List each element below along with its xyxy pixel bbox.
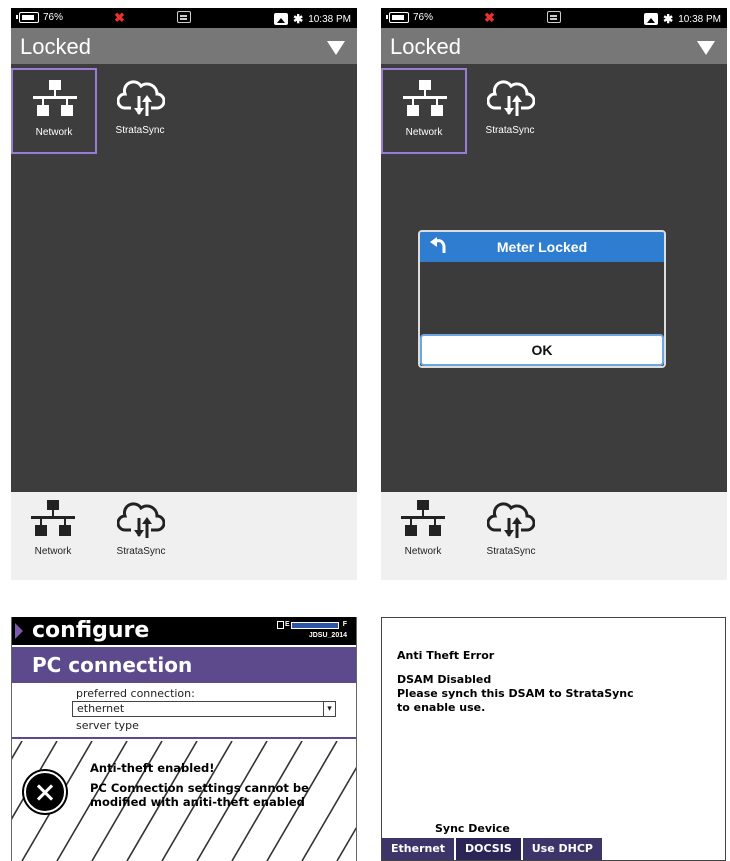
cloud-sync-icon xyxy=(117,502,165,538)
error-x-icon: ✖ xyxy=(114,10,125,25)
app-label: Network xyxy=(405,127,443,138)
dock-label: StrataSync xyxy=(486,546,536,557)
docsis-button[interactable]: DOCSIS xyxy=(456,838,521,860)
dock-network[interactable]: Network xyxy=(13,500,93,557)
page-title: Locked xyxy=(20,34,91,59)
preferred-connection-label: preferred connection: xyxy=(76,687,195,700)
battery-level: 76% xyxy=(43,12,64,23)
anti-theft-overlay: Anti-theft enabled! PC Connection settin… xyxy=(12,741,356,861)
app-stratasync[interactable]: StrataSync xyxy=(467,68,553,154)
error-line-1: DSAM Disabled xyxy=(397,673,492,686)
meter-bar xyxy=(291,622,339,629)
dropdown-triangle-icon[interactable] xyxy=(327,41,345,55)
dialog-header: Meter Locked xyxy=(420,232,664,262)
clock: 10:38 PM xyxy=(308,13,351,25)
dock-stratasync[interactable]: StrataSync xyxy=(101,500,181,557)
launcher-title-bar: Locked xyxy=(11,28,357,64)
image-icon xyxy=(274,13,289,25)
configure-header: configure E F JDSU_2014 xyxy=(12,617,356,645)
anti-theft-message: PC Connection settings cannot be modifie… xyxy=(90,781,309,809)
meter-locked-dialog: Meter Locked OK xyxy=(418,230,666,368)
dock-label: Network xyxy=(404,546,442,557)
configure-title: configure xyxy=(32,618,150,643)
launcher-screen-right: 76% ✖ ✱ 10:38 PM Locked Network StrataSy… xyxy=(381,8,727,580)
image-icon xyxy=(644,13,659,25)
error-circle-icon xyxy=(24,771,66,813)
anti-theft-title: Anti-theft enabled! xyxy=(90,761,215,775)
network-icon xyxy=(31,500,75,536)
ethernet-button[interactable]: Ethernet xyxy=(382,838,455,860)
page-title: Locked xyxy=(390,34,461,59)
bottom-dock: Network StrataSync xyxy=(11,492,357,580)
dock-stratasync[interactable]: StrataSync xyxy=(471,500,551,557)
bottom-dock: Network StrataSync xyxy=(381,492,727,580)
preferred-connection-select[interactable]: ethernet ▾ xyxy=(72,701,336,717)
select-caret-icon[interactable]: ▾ xyxy=(323,702,335,716)
dock-label: Network xyxy=(34,546,72,557)
clock: 10:38 PM xyxy=(678,13,721,25)
launcher-screen-left: 76% ✖ ✱ 10:38 PM Locked Network StrataSy… xyxy=(11,8,357,580)
bluetooth-icon: ✱ xyxy=(663,12,674,26)
status-bar: 76% ✖ ✱ 10:38 PM xyxy=(381,8,727,28)
error-x-icon: ✖ xyxy=(484,10,495,25)
app-label: StrataSync xyxy=(115,125,165,136)
cloud-sync-icon xyxy=(117,80,165,116)
app-label: Network xyxy=(35,127,73,138)
dialog-title: Meter Locked xyxy=(496,239,588,255)
meter-empty-label: E xyxy=(285,621,290,628)
error-line-3: to enable use. xyxy=(397,701,486,714)
network-icon xyxy=(401,500,445,536)
connection-form: preferred connection: ethernet ▾ server … xyxy=(12,683,356,739)
device-id: JDSU_2014 xyxy=(308,632,347,639)
cloud-sync-icon xyxy=(487,502,535,538)
status-bar: 76% ✖ ✱ 10:38 PM xyxy=(11,8,357,28)
configure-screen: configure E F JDSU_2014 PC connection pr… xyxy=(11,617,357,861)
error-line-2: Please synch this DSAM to StrataSync xyxy=(397,687,634,700)
battery-icon xyxy=(386,12,409,23)
battery-icon xyxy=(16,12,39,23)
play-arrow-icon xyxy=(15,623,23,639)
error-message: DSAM Disabled Please synch this DSAM to … xyxy=(397,673,634,715)
app-network[interactable]: Network xyxy=(381,68,467,154)
server-type-label: server type xyxy=(76,719,139,732)
bluetooth-icon: ✱ xyxy=(293,12,304,26)
section-title: PC connection xyxy=(32,653,193,677)
message-icon xyxy=(177,11,191,23)
sync-device-label: Sync Device xyxy=(435,822,510,835)
section-header: PC connection xyxy=(12,647,356,683)
launcher-title-bar: Locked xyxy=(381,28,727,64)
dock-network[interactable]: Network xyxy=(383,500,463,557)
network-icon xyxy=(403,80,447,116)
error-title: Anti Theft Error xyxy=(397,649,495,662)
use-dhcp-button[interactable]: Use DHCP xyxy=(522,838,602,860)
dock-label: StrataSync xyxy=(116,546,166,557)
anti-theft-error-screen: Anti Theft Error DSAM Disabled Please sy… xyxy=(381,617,726,861)
network-icon xyxy=(33,80,77,116)
ok-button[interactable]: OK xyxy=(420,334,664,366)
app-network[interactable]: Network xyxy=(11,68,97,154)
battery-level: 76% xyxy=(413,12,434,23)
select-value: ethernet xyxy=(77,702,125,715)
app-label: StrataSync xyxy=(485,125,535,136)
message-icon xyxy=(547,11,561,23)
softkey-bar: Ethernet DOCSIS Use DHCP xyxy=(382,838,602,860)
dropdown-triangle-icon[interactable] xyxy=(697,41,715,55)
app-stratasync[interactable]: StrataSync xyxy=(97,68,183,154)
cloud-sync-icon xyxy=(487,80,535,116)
meter-full-label: F xyxy=(342,621,347,628)
sd-card-icon xyxy=(277,621,284,629)
